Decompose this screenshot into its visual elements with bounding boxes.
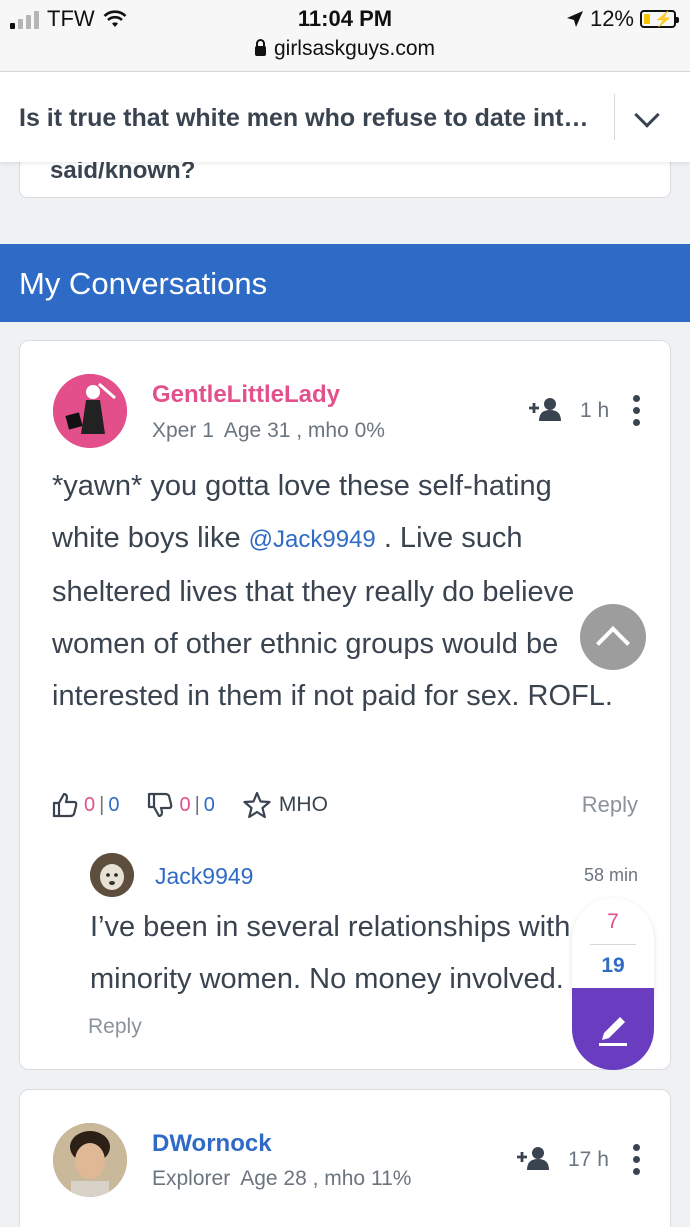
opinion-card: DWornock Explorer Age 28 , mho 11% 17 h bbox=[19, 1089, 671, 1227]
status-bar: TFW 11:04 PM girlsaskguys.com 12% ⚡ bbox=[0, 0, 690, 72]
mho-button[interactable]: MHO bbox=[243, 791, 328, 819]
more-options-icon[interactable] bbox=[633, 395, 641, 427]
reply-button[interactable]: Reply bbox=[582, 792, 638, 818]
location-arrow-icon bbox=[566, 11, 583, 27]
avatar[interactable] bbox=[53, 1123, 127, 1197]
follow-user-icon[interactable] bbox=[516, 1146, 550, 1170]
battery-group: 12% ⚡ bbox=[566, 6, 679, 32]
user-meta: Xper 1 Age 31 , mho 0% bbox=[152, 419, 385, 443]
opinion-counter[interactable]: 7 19 bbox=[572, 898, 654, 998]
reply-username[interactable]: Jack9949 bbox=[155, 863, 253, 890]
timestamp: 1 h bbox=[580, 399, 610, 422]
chevron-down-icon[interactable] bbox=[634, 102, 660, 128]
reply-avatar[interactable] bbox=[90, 853, 134, 897]
battery-icon: ⚡ bbox=[640, 10, 679, 28]
user-age-mho: Age 31 , mho 0% bbox=[223, 419, 385, 442]
pencil-icon bbox=[599, 1017, 627, 1046]
male-opinion-count: 19 bbox=[601, 954, 625, 977]
user-age-mho: Age 28 , mho 11% bbox=[240, 1167, 412, 1190]
mention-link[interactable]: @Jack9949 bbox=[249, 526, 376, 553]
more-options-icon[interactable] bbox=[633, 1144, 641, 1176]
write-opinion-button[interactable] bbox=[572, 988, 654, 1070]
header-divider bbox=[614, 94, 615, 140]
comment-actions: 0 | 0 0 | 0 MHO bbox=[52, 791, 356, 819]
downvote-male-count: 0 bbox=[203, 793, 215, 816]
female-opinion-count: 7 bbox=[607, 910, 619, 933]
username[interactable]: DWornock bbox=[152, 1130, 272, 1158]
compose-widget[interactable]: 7 19 bbox=[572, 898, 654, 1070]
comment-body: *yawn* you gotta love these self-hating … bbox=[52, 470, 613, 712]
user-level: Xper 1 bbox=[152, 419, 214, 442]
avatar[interactable] bbox=[53, 374, 127, 448]
thumbs-down-icon bbox=[148, 792, 173, 818]
downvote-button[interactable]: 0 | 0 bbox=[147, 792, 215, 818]
username[interactable]: GentleLittleLady bbox=[152, 381, 340, 409]
timestamp: 17 h bbox=[568, 1148, 609, 1171]
url-bar[interactable]: girlsaskguys.com bbox=[0, 37, 690, 61]
mho-label: MHO bbox=[278, 793, 328, 816]
user-meta: Explorer Age 28 , mho 11% bbox=[152, 1167, 411, 1191]
follow-user-icon[interactable] bbox=[528, 397, 562, 421]
battery-percent: 12% bbox=[589, 6, 634, 31]
reply-timestamp: 58 min bbox=[583, 865, 638, 885]
question-title[interactable]: Is it true that white men who refuse to … bbox=[19, 104, 589, 133]
star-icon bbox=[243, 791, 271, 819]
upvote-button[interactable]: 0 | 0 bbox=[52, 792, 119, 818]
user-level: Explorer bbox=[152, 1167, 231, 1190]
scroll-to-top-button[interactable] bbox=[580, 604, 646, 670]
reply-body: I’ve been in several relationships with … bbox=[90, 911, 571, 995]
lock-icon bbox=[254, 39, 266, 56]
upvote-male-count: 0 bbox=[108, 793, 120, 816]
downvote-female-count: 0 bbox=[179, 793, 191, 816]
url-text: girlsaskguys.com bbox=[273, 37, 436, 60]
question-header[interactable]: Is it true that white men who refuse to … bbox=[0, 72, 690, 162]
thumbs-up-icon bbox=[52, 792, 78, 818]
section-banner: My Conversations bbox=[0, 244, 690, 322]
section-title: My Conversations bbox=[19, 266, 268, 301]
upvote-female-count: 0 bbox=[84, 793, 96, 816]
reply-to-reply-button[interactable]: Reply bbox=[88, 1015, 142, 1039]
